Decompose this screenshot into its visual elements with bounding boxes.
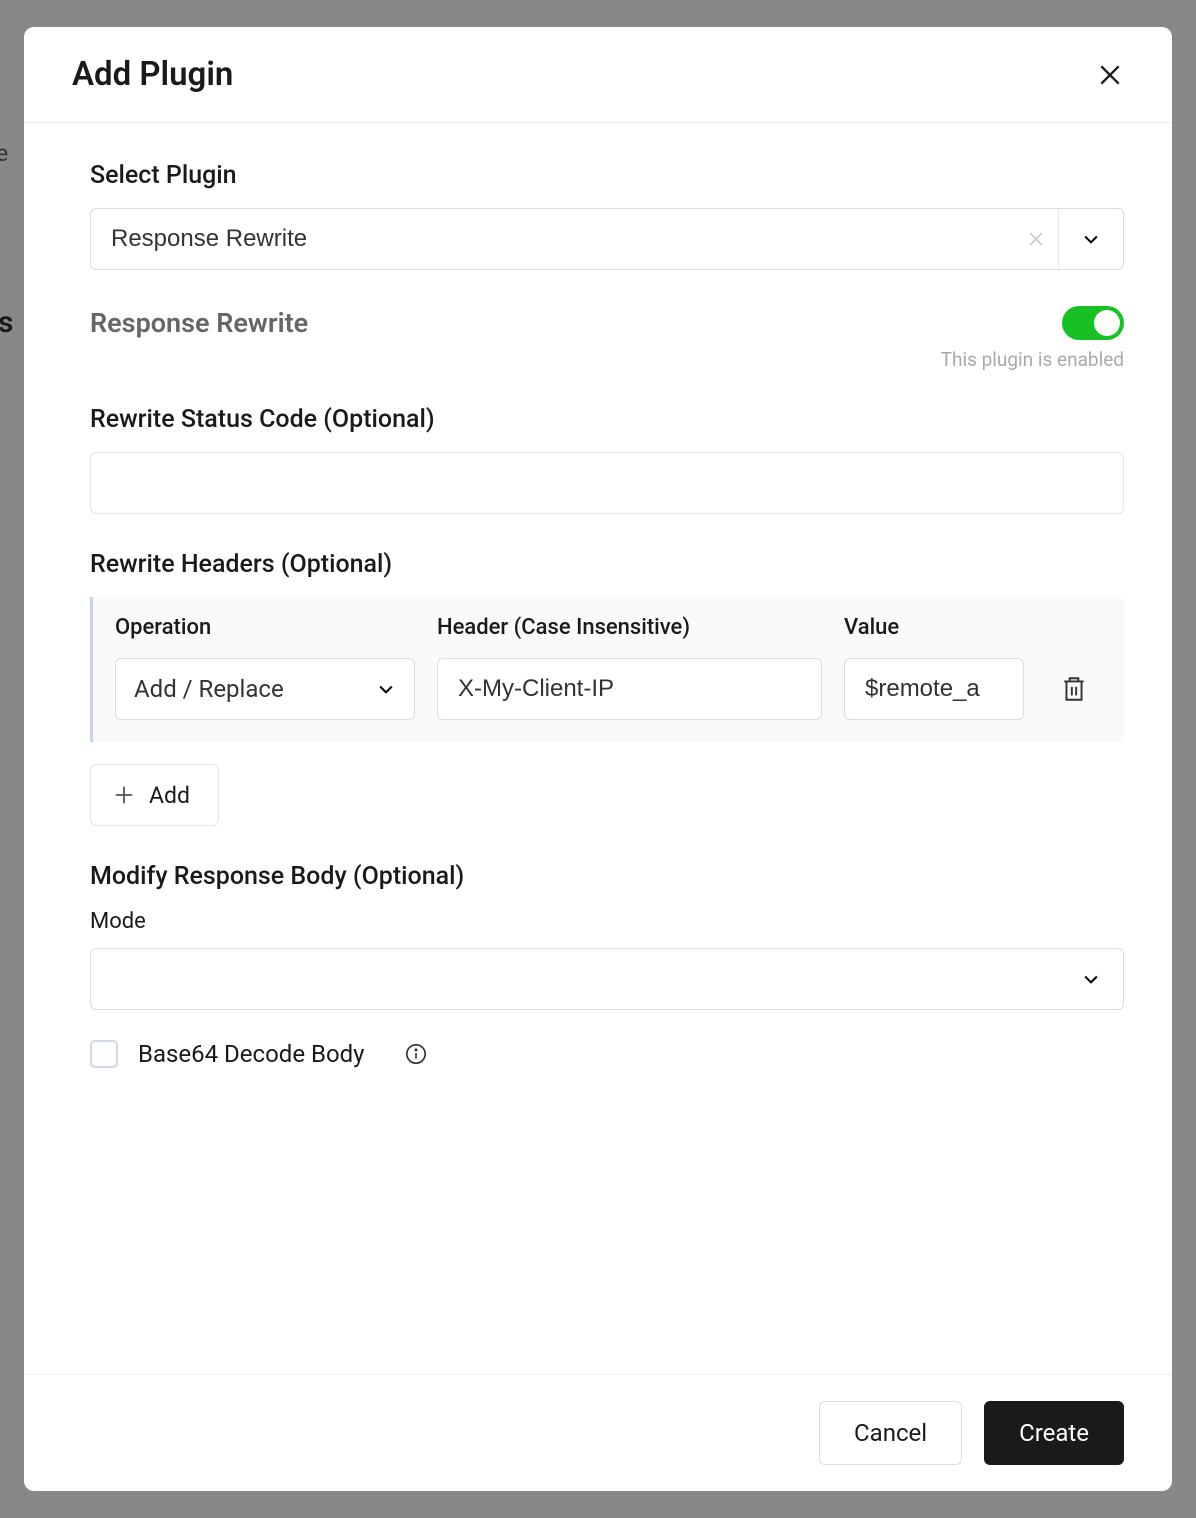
plugin-enabled-hint: This plugin is enabled (90, 348, 1124, 371)
operation-select[interactable]: Add / Replace (115, 658, 415, 720)
close-icon (1097, 62, 1123, 88)
plugin-select[interactable] (90, 208, 1124, 270)
rewrite-status-code-input[interactable] (90, 452, 1124, 514)
value-col-label: Value (844, 615, 1024, 640)
operation-select-value: Add / Replace (134, 675, 284, 703)
header-col-label: Header (Case Insensitive) (437, 615, 822, 640)
plugin-select-caret[interactable] (1058, 209, 1123, 269)
background-text: s (0, 305, 13, 340)
close-button[interactable] (1096, 61, 1124, 89)
info-icon (405, 1043, 427, 1065)
select-plugin-field: Select Plugin (90, 161, 1124, 270)
cancel-button[interactable]: Cancel (819, 1401, 962, 1465)
delete-header-button[interactable] (1046, 675, 1102, 703)
select-plugin-label: Select Plugin (90, 161, 1124, 190)
modal-body: Select Plugin Response Rewrite This plug… (24, 123, 1172, 1374)
mode-select[interactable] (90, 948, 1124, 1010)
add-header-button[interactable]: Add (90, 764, 219, 826)
headers-editor: Operation Header (Case Insensitive) Valu… (90, 597, 1124, 742)
create-button[interactable]: Create (984, 1401, 1124, 1465)
base64-decode-row: Base64 Decode Body (90, 1040, 1124, 1068)
rewrite-headers-label: Rewrite Headers (Optional) (90, 550, 1124, 579)
rewrite-status-code-field: Rewrite Status Code (Optional) (90, 405, 1124, 514)
plugin-select-value[interactable] (91, 209, 1014, 269)
chevron-down-icon (1081, 969, 1101, 989)
plugin-enable-toggle[interactable] (1062, 306, 1124, 340)
base64-decode-checkbox[interactable] (90, 1040, 118, 1068)
plugin-select-clear[interactable] (1014, 229, 1058, 249)
chevron-down-icon (376, 679, 396, 699)
modal-footer: Cancel Create (24, 1374, 1172, 1491)
base64-decode-label: Base64 Decode Body (138, 1040, 365, 1068)
clear-icon (1026, 229, 1046, 249)
base64-info-button[interactable] (405, 1043, 427, 1065)
trash-icon (1061, 675, 1087, 703)
modal-header: Add Plugin (24, 27, 1172, 123)
rewrite-status-code-label: Rewrite Status Code (Optional) (90, 405, 1124, 434)
plugin-title-row: Response Rewrite (90, 306, 1124, 340)
add-header-label: Add (149, 782, 190, 809)
modify-body-label: Modify Response Body (Optional) (90, 862, 1124, 891)
operation-col-label: Operation (115, 615, 415, 640)
header-value-input[interactable] (844, 658, 1024, 720)
toggle-knob (1094, 310, 1120, 336)
modal-title: Add Plugin (72, 55, 233, 94)
rewrite-headers-field: Rewrite Headers (Optional) Operation Hea… (90, 550, 1124, 826)
modify-body-field: Modify Response Body (Optional) Mode Bas… (90, 862, 1124, 1068)
header-name-input[interactable] (437, 658, 822, 720)
mode-label: Mode (90, 909, 1124, 934)
chevron-down-icon (1081, 229, 1101, 249)
plus-icon (113, 784, 135, 806)
add-plugin-modal: Add Plugin Select Plugin Response Rewrit… (24, 27, 1172, 1491)
background-text: e (0, 140, 8, 167)
plugin-name-title: Response Rewrite (90, 307, 308, 339)
